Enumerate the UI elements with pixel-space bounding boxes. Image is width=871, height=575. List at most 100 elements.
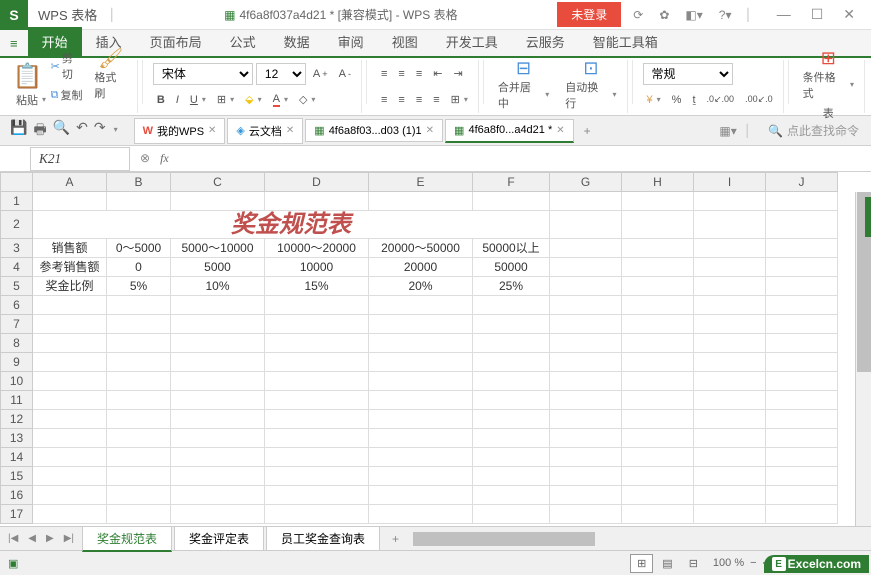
cell[interactable] bbox=[694, 505, 766, 524]
row-header[interactable]: 1 bbox=[0, 192, 33, 211]
cell[interactable] bbox=[369, 486, 473, 505]
cell[interactable] bbox=[265, 448, 369, 467]
cell[interactable] bbox=[694, 334, 766, 353]
view-normal-button[interactable]: ⊞ bbox=[630, 554, 653, 573]
cond-format-button[interactable]: 条件格式 bbox=[799, 67, 858, 103]
paste-button[interactable]: 粘贴 bbox=[12, 90, 131, 110]
cell[interactable] bbox=[107, 391, 171, 410]
cell[interactable] bbox=[171, 192, 265, 211]
cell[interactable] bbox=[766, 372, 838, 391]
cut-button[interactable]: ✂剪切 bbox=[47, 48, 88, 84]
cell[interactable] bbox=[766, 486, 838, 505]
cell[interactable] bbox=[107, 429, 171, 448]
doc-tab-cloud[interactable]: ◈ 云文档 ✕ bbox=[227, 118, 303, 144]
column-header[interactable]: F bbox=[473, 172, 550, 192]
cell[interactable] bbox=[694, 277, 766, 296]
cell[interactable] bbox=[550, 277, 622, 296]
cell[interactable] bbox=[107, 372, 171, 391]
row-header[interactable]: 4 bbox=[0, 258, 33, 277]
qat-redo-icon[interactable]: ↷ bbox=[94, 119, 106, 143]
cell[interactable] bbox=[766, 429, 838, 448]
align-bottom-button[interactable]: ≡ bbox=[412, 66, 426, 82]
cell[interactable] bbox=[107, 296, 171, 315]
cell[interactable] bbox=[369, 372, 473, 391]
cell[interactable] bbox=[369, 391, 473, 410]
command-search[interactable]: 🔍 点此查找命令 bbox=[760, 122, 867, 139]
cell[interactable]: 奖金比例 bbox=[33, 277, 107, 296]
cell[interactable] bbox=[622, 258, 694, 277]
align-left-button[interactable]: ≡ bbox=[377, 92, 391, 108]
cell[interactable] bbox=[171, 391, 265, 410]
cell[interactable] bbox=[369, 448, 473, 467]
cell[interactable] bbox=[766, 192, 838, 211]
row-header[interactable]: 8 bbox=[0, 334, 33, 353]
row-header[interactable]: 14 bbox=[0, 448, 33, 467]
cell[interactable]: 50000以上 bbox=[473, 239, 550, 258]
cell-reference-input[interactable] bbox=[30, 147, 130, 171]
cell[interactable] bbox=[766, 315, 838, 334]
cell[interactable] bbox=[171, 467, 265, 486]
increase-decimal-button[interactable]: .0↙.00 bbox=[703, 92, 739, 107]
cell[interactable]: 20% bbox=[369, 277, 473, 296]
indent-right-button[interactable]: ⇥ bbox=[449, 65, 466, 82]
cell[interactable] bbox=[265, 391, 369, 410]
cell[interactable] bbox=[473, 353, 550, 372]
cell[interactable] bbox=[766, 448, 838, 467]
font-name-select[interactable]: 宋体 bbox=[153, 63, 253, 85]
cell[interactable] bbox=[473, 372, 550, 391]
doc-tab-file2[interactable]: ▦ 4f6a8f0...a4d21 * ✕ bbox=[445, 119, 574, 143]
indent-left-button[interactable]: ⇤ bbox=[429, 65, 446, 82]
row-header[interactable]: 7 bbox=[0, 315, 33, 334]
cell[interactable] bbox=[694, 372, 766, 391]
cell[interactable] bbox=[622, 315, 694, 334]
cell[interactable] bbox=[694, 239, 766, 258]
cell[interactable] bbox=[33, 505, 107, 524]
cell[interactable]: 10000～20000 bbox=[265, 239, 369, 258]
cell[interactable] bbox=[369, 410, 473, 429]
qat-preview-icon[interactable]: 🔍 bbox=[53, 119, 70, 143]
cell[interactable] bbox=[766, 211, 838, 239]
menu-tab-data[interactable]: 数据 bbox=[270, 27, 324, 56]
column-header[interactable]: I bbox=[694, 172, 766, 192]
cell[interactable] bbox=[550, 486, 622, 505]
cell[interactable] bbox=[265, 467, 369, 486]
close-icon[interactable]: ✕ bbox=[426, 125, 434, 136]
row-header[interactable]: 2 bbox=[0, 211, 33, 239]
qat-undo-icon[interactable]: ↶ bbox=[76, 119, 88, 143]
decrease-decimal-button[interactable]: .00↙.0 bbox=[741, 92, 777, 107]
row-header[interactable]: 16 bbox=[0, 486, 33, 505]
cell[interactable] bbox=[473, 505, 550, 524]
cell[interactable]: 5000～10000 bbox=[171, 239, 265, 258]
cell[interactable]: 20000 bbox=[369, 258, 473, 277]
cell[interactable] bbox=[369, 505, 473, 524]
cell[interactable] bbox=[473, 334, 550, 353]
cell[interactable] bbox=[550, 315, 622, 334]
cell[interactable] bbox=[107, 448, 171, 467]
bold-button[interactable]: B bbox=[153, 92, 169, 108]
cell[interactable] bbox=[622, 467, 694, 486]
wrap-icon[interactable]: ⊡ bbox=[583, 61, 599, 77]
align-center-button[interactable]: ≡ bbox=[394, 92, 408, 108]
cell[interactable] bbox=[622, 391, 694, 410]
view-break-button[interactable]: ⊟ bbox=[682, 554, 705, 573]
cell[interactable] bbox=[694, 429, 766, 448]
cell[interactable] bbox=[766, 258, 838, 277]
cell[interactable]: 参考销售额 bbox=[33, 258, 107, 277]
cell[interactable] bbox=[171, 486, 265, 505]
cell[interactable] bbox=[766, 353, 838, 372]
decrease-font-button[interactable]: A- bbox=[335, 66, 355, 82]
sync-icon[interactable]: ⟳ bbox=[629, 6, 647, 24]
cell[interactable] bbox=[622, 192, 694, 211]
cell[interactable] bbox=[550, 334, 622, 353]
status-indicator-icon[interactable]: ▣ bbox=[8, 557, 18, 570]
cell[interactable] bbox=[33, 429, 107, 448]
cell[interactable] bbox=[265, 486, 369, 505]
cell[interactable]: 10% bbox=[171, 277, 265, 296]
cell[interactable] bbox=[265, 410, 369, 429]
paste-icon[interactable]: 📋 bbox=[12, 61, 44, 93]
increase-font-button[interactable]: A+ bbox=[309, 66, 332, 82]
cell[interactable] bbox=[550, 505, 622, 524]
cell[interactable] bbox=[369, 296, 473, 315]
nav-prev-icon[interactable]: ◀ bbox=[24, 531, 40, 546]
cell[interactable] bbox=[33, 315, 107, 334]
